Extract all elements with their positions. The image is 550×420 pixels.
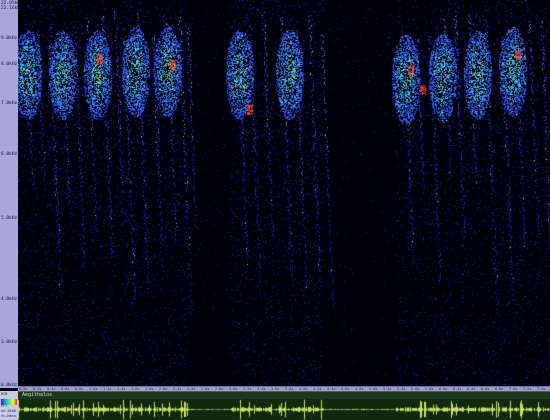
frequency-ruler: 22.05kHz 22.16kHz 9.0kHz 8.0kHz 7.0kHz 6… [0, 0, 23, 388]
palette-size-label: sn-2048 [1, 409, 16, 413]
freq-tick-label: 9.0kHz [1, 36, 18, 41]
palette-gradient-bar [1, 399, 17, 405]
palette-title: RCB [1, 392, 8, 396]
freq-tick-label: 5.0kHz [1, 216, 18, 221]
freq-tick-label: 7.0kHz [1, 101, 18, 106]
freq-tick-label: 4.0kHz [1, 297, 18, 302]
track-label: Aegithalos [22, 392, 53, 398]
freq-tick-label: 6.0kHz [1, 152, 18, 157]
freq-tick-label: 3.0kHz [1, 340, 18, 345]
palette-window-label: fc-Hann [1, 414, 16, 418]
freq-tick-label: 0.0kHz [1, 383, 18, 388]
freq-tick-label: 8.0kHz [1, 62, 18, 67]
waveform-view[interactable] [18, 399, 550, 420]
color-palette-panel: RCB FFT sn-2048 fc-Hann [0, 391, 18, 420]
spectrogram-canvas[interactable] [18, 0, 550, 388]
